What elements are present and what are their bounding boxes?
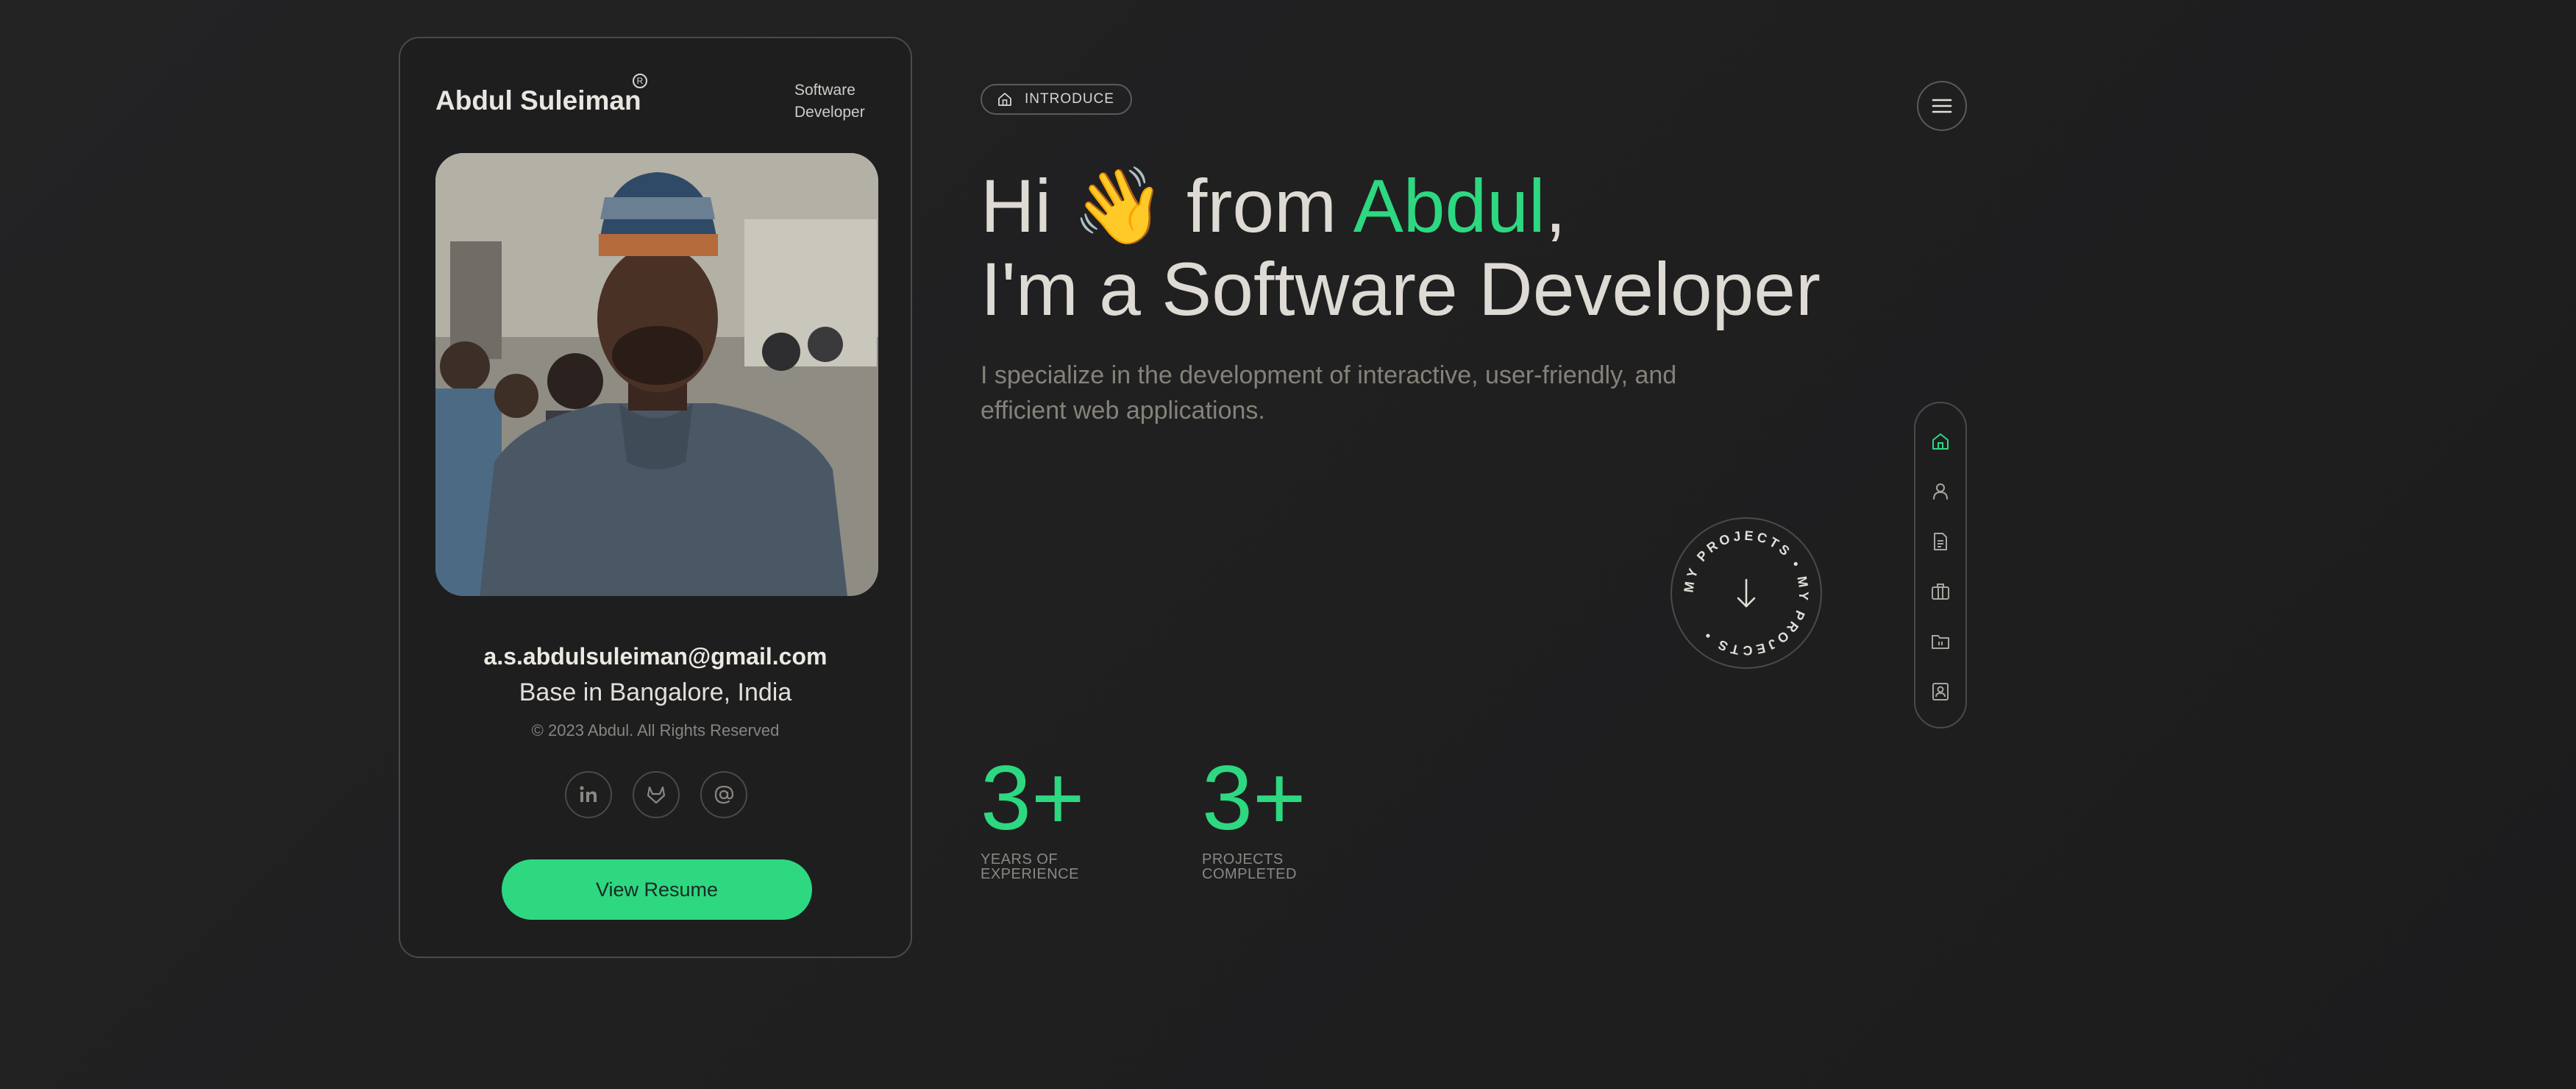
greeting-comma: ,: [1545, 164, 1566, 248]
gitlab-button[interactable]: [633, 771, 680, 818]
stat-value: 3+: [1202, 748, 1306, 849]
hero-subtitle: I specialize in the development of inter…: [981, 361, 1677, 425]
stat-projects: 3+ PROJECTS COMPLETED: [1202, 743, 1306, 883]
greeting-from: from: [1186, 164, 1337, 248]
profile-card: Abdul Suleiman R Software Developer a.s.…: [399, 37, 912, 958]
nav-services[interactable]: [1915, 577, 1965, 606]
profile-name: Abdul Suleiman: [435, 85, 641, 116]
registered-icon: R: [633, 74, 647, 88]
nav-resume[interactable]: [1915, 527, 1965, 556]
hero-line-1: Hi 👋 from Abdul,: [981, 165, 1821, 248]
social-links: [561, 771, 752, 821]
profile-photo: [435, 153, 878, 596]
at-icon: [714, 785, 734, 804]
hamburger-icon: [1932, 99, 1952, 113]
wave-emoji: 👋: [1072, 163, 1166, 250]
email-button[interactable]: [700, 771, 747, 818]
portrait-illustration: [435, 153, 878, 596]
greeting-name: Abdul: [1353, 164, 1545, 248]
linkedin-icon: [580, 786, 597, 802]
menu-button[interactable]: [1917, 81, 1967, 131]
profile-role: Software Developer: [794, 82, 865, 121]
nav-portfolio[interactable]: [1915, 627, 1965, 656]
hero-title: Hi 👋 from Abdul, I'm a Software Develope…: [981, 165, 1821, 330]
stat-label-line2: EXPERIENCE: [981, 866, 1079, 882]
profile-location: Base in Bangalore, India: [519, 678, 792, 706]
user-icon: [1933, 483, 1948, 500]
introduce-tag: INTRODUCE: [981, 84, 1132, 115]
nav-about[interactable]: [1915, 477, 1965, 506]
hero-line-2: I'm a Software Developer: [981, 247, 1821, 331]
gitlab-icon: [647, 786, 666, 804]
stat-label-line2: COMPLETED: [1202, 866, 1297, 882]
contact-icon: [1932, 683, 1949, 700]
home-icon: [998, 93, 1011, 106]
nav-home[interactable]: [1915, 427, 1965, 456]
home-icon: [1932, 433, 1949, 450]
nav-contact[interactable]: [1915, 677, 1965, 706]
briefcase-icon: [1932, 583, 1949, 600]
document-icon: [1934, 533, 1947, 550]
stat-experience: 3+ YEARS OF EXPERIENCE: [981, 743, 1084, 883]
introduce-label: INTRODUCE: [1025, 91, 1114, 107]
folder-icon: [1932, 635, 1949, 649]
projects-ring: MY PROJECTS • MY PROJECTS •: [1671, 517, 1822, 669]
my-projects-badge[interactable]: MY PROJECTS • MY PROJECTS •: [1668, 515, 1824, 671]
linkedin-button[interactable]: [565, 771, 612, 818]
profile-email[interactable]: a.s.abdulsuleiman@gmail.com: [400, 643, 911, 670]
side-navigation: [1914, 402, 1967, 728]
stat-value: 3+: [981, 748, 1085, 849]
greeting-hi: Hi: [981, 164, 1052, 248]
view-resume-button[interactable]: View Resume: [502, 859, 812, 920]
copyright-text: © 2023 Abdul. All Rights Reserved: [531, 721, 780, 739]
